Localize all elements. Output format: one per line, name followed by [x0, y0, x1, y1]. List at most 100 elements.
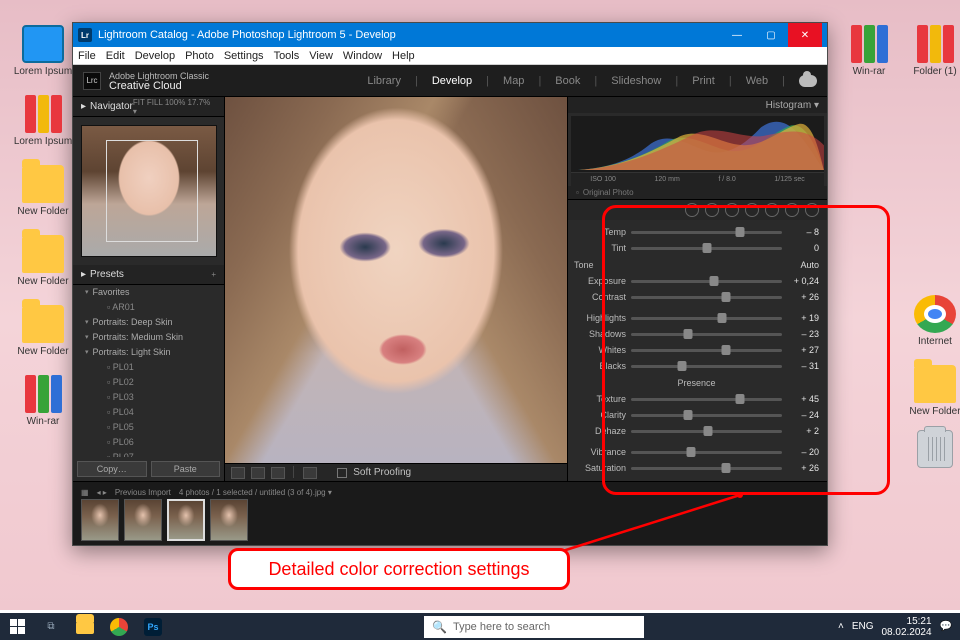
menu-edit[interactable]: Edit: [106, 50, 125, 62]
tray-lang[interactable]: ENG: [852, 621, 874, 632]
titlebar[interactable]: Lr Lightroom Catalog - Adobe Photoshop L…: [73, 23, 827, 47]
menu-settings[interactable]: Settings: [224, 50, 264, 62]
module-library[interactable]: Library: [367, 75, 401, 87]
grid-toggle-icon[interactable]: ▦: [81, 488, 89, 497]
preset-item[interactable]: ▫ AR01: [85, 300, 224, 315]
slider-shadows[interactable]: Shadows– 23: [574, 326, 819, 342]
slider-tint[interactable]: Tint0: [574, 240, 819, 256]
module-book[interactable]: Book: [555, 75, 580, 87]
module-web[interactable]: Web: [746, 75, 768, 87]
compare-button[interactable]: [303, 467, 317, 479]
close-button[interactable]: ✕: [788, 23, 822, 47]
filmstrip-thumb[interactable]: [210, 499, 248, 541]
main-photo[interactable]: [225, 97, 567, 463]
start-button[interactable]: [0, 613, 34, 640]
desktop-icon[interactable]: Internet: [904, 295, 960, 347]
slider-whites[interactable]: Whites+ 27: [574, 342, 819, 358]
slider-saturation[interactable]: Saturation+ 26: [574, 460, 819, 476]
navigator-header[interactable]: ▸ Navigator FIT FILL 100% 17.7% ▾: [73, 97, 224, 117]
ref-view-button[interactable]: [271, 467, 285, 479]
soft-proofing-checkbox[interactable]: [337, 468, 347, 478]
preset-item[interactable]: ▫ PL04: [85, 405, 224, 420]
desktop-icon[interactable]: Win-rar: [838, 25, 900, 77]
maximize-button[interactable]: ▢: [754, 23, 788, 47]
radial-tool-icon[interactable]: [785, 203, 799, 217]
preset-item[interactable]: ▫ PL03: [85, 390, 224, 405]
photoshop-taskbar-icon[interactable]: Ps: [136, 613, 170, 640]
menu-help[interactable]: Help: [392, 50, 415, 62]
menu-photo[interactable]: Photo: [185, 50, 214, 62]
module-develop[interactable]: Develop: [432, 75, 472, 87]
menu-tools[interactable]: Tools: [274, 50, 300, 62]
presets-header[interactable]: ▸ Presets +: [73, 265, 224, 285]
crop-tool-icon[interactable]: [685, 203, 699, 217]
desktop-icon[interactable]: [904, 430, 960, 468]
brush-tool-icon[interactable]: [805, 203, 819, 217]
slider-texture[interactable]: Texture+ 45: [574, 391, 819, 407]
menu-view[interactable]: View: [309, 50, 333, 62]
loupe-view-button[interactable]: [231, 467, 245, 479]
notifications-icon[interactable]: 💬: [940, 621, 952, 632]
preset-item[interactable]: ▫ PL06: [85, 435, 224, 450]
slider-vibrance[interactable]: Vibrance– 20: [574, 444, 819, 460]
slider-clarity[interactable]: Clarity– 24: [574, 407, 819, 423]
auto-tone-button[interactable]: Auto: [800, 260, 819, 270]
preset-group[interactable]: ▾Portraits: Light Skin: [85, 345, 224, 360]
preset-group[interactable]: ▾Portraits: Deep Skin: [85, 315, 224, 330]
desktop-icon[interactable]: New Folder: [904, 365, 960, 417]
module-print[interactable]: Print: [692, 75, 715, 87]
preset-item[interactable]: ▫ PL01: [85, 360, 224, 375]
desktop-icon[interactable]: Lorem Ipsum: [12, 25, 74, 77]
preset-group[interactable]: ▾Favorites: [85, 285, 224, 300]
left-panel: ▸ Navigator FIT FILL 100% 17.7% ▾ ▸ Pres…: [73, 97, 225, 481]
explorer-taskbar-icon[interactable]: [68, 613, 102, 640]
filmstrip-thumb[interactable]: [124, 499, 162, 541]
cloud-sync-icon[interactable]: [799, 75, 817, 87]
module-slideshow[interactable]: Slideshow: [611, 75, 661, 87]
desktop-icon[interactable]: Folder (1): [904, 25, 960, 77]
navigator-thumbnail[interactable]: [81, 125, 217, 257]
slider-highlights[interactable]: Highlights+ 19: [574, 310, 819, 326]
desktop-icon[interactable]: Lorem Ipsum: [12, 95, 74, 147]
paste-button[interactable]: Paste: [151, 461, 221, 477]
menu-file[interactable]: File: [78, 50, 96, 62]
preset-group[interactable]: ▾Portraits: Medium Skin: [85, 330, 224, 345]
chrome-taskbar-icon[interactable]: [102, 613, 136, 640]
original-photo-toggle[interactable]: ▫ Original Photo: [568, 186, 827, 200]
before-after-button[interactable]: [251, 467, 265, 479]
redeye-tool-icon[interactable]: [725, 203, 739, 217]
task-view-button[interactable]: ⧉: [34, 613, 68, 640]
preset-item[interactable]: ▫ PL05: [85, 420, 224, 435]
slider-contrast[interactable]: Contrast+ 26: [574, 289, 819, 305]
tray-clock[interactable]: 15:2108.02.2024: [881, 616, 931, 638]
preset-item[interactable]: ▫ PL07: [85, 450, 224, 457]
menu-develop[interactable]: Develop: [135, 50, 175, 62]
preset-item[interactable]: ▫ PL02: [85, 375, 224, 390]
histogram[interactable]: ISO 100120 mmf / 8.01/125 sec: [571, 116, 824, 186]
filmstrip-thumb[interactable]: [81, 499, 119, 541]
desktop-icon[interactable]: New Folder: [12, 305, 74, 357]
filmstrip-source[interactable]: Previous Import: [115, 488, 171, 497]
copy-button[interactable]: Copy…: [77, 461, 147, 477]
filmstrip-thumb[interactable]: [167, 499, 205, 541]
slider-temp[interactable]: Temp– 8: [574, 224, 819, 240]
spot-tool-icon[interactable]: [705, 203, 719, 217]
histogram-header[interactable]: Histogram ▾: [568, 97, 827, 113]
menubar: File Edit Develop Photo Settings Tools View Win…: [73, 47, 827, 65]
slider-blacks[interactable]: Blacks– 31: [574, 358, 819, 374]
mask-tool-icon[interactable]: [745, 203, 759, 217]
grad-tool-icon[interactable]: [765, 203, 779, 217]
menu-window[interactable]: Window: [343, 50, 382, 62]
desktop-icon[interactable]: New Folder: [12, 165, 74, 217]
slider-exposure[interactable]: Exposure+ 0,24: [574, 273, 819, 289]
desktop-icon[interactable]: New Folder: [12, 235, 74, 287]
module-map[interactable]: Map: [503, 75, 524, 87]
search-placeholder: Type here to search: [453, 621, 550, 633]
tray-chevron-icon[interactable]: ˄: [838, 621, 844, 632]
slider-dehaze[interactable]: Dehaze+ 2: [574, 423, 819, 439]
brand-text: Adobe Lightroom Classic Creative Cloud: [109, 71, 209, 91]
taskbar-search[interactable]: 🔍 Type here to search: [424, 616, 644, 638]
image-canvas-area: │ Soft Proofing: [225, 97, 567, 481]
desktop-icon[interactable]: Win-rar: [12, 375, 74, 427]
minimize-button[interactable]: —: [720, 23, 754, 47]
